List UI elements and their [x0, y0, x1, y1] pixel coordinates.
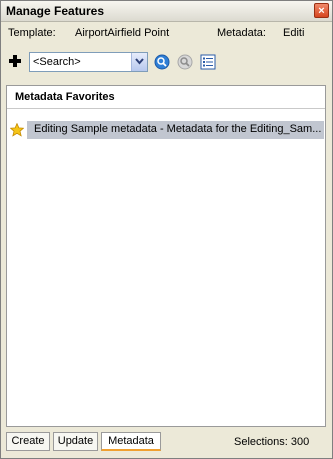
tab-metadata[interactable]: Metadata	[101, 432, 161, 451]
metadata-value: Editi	[283, 27, 305, 39]
combobox-dropdown-button[interactable]	[131, 53, 147, 71]
window-title: Manage Features	[6, 4, 105, 18]
search-icon[interactable]	[154, 54, 170, 70]
template-value: AirportAirfield Point	[75, 27, 170, 39]
tab-create[interactable]: Create	[6, 432, 50, 451]
close-button[interactable]: ×	[314, 3, 329, 18]
template-label: Template:	[8, 27, 56, 39]
plus-icon[interactable]	[8, 54, 22, 68]
manage-features-window: Manage Features × Template: AirportAirfi…	[0, 0, 333, 459]
template-row: Template: AirportAirfield Point Metadata…	[1, 25, 332, 43]
star-icon	[9, 122, 25, 137]
metadata-label: Metadata:	[217, 27, 266, 39]
favorite-item-label: Editing Sample metadata - Metadata for t…	[34, 123, 322, 135]
bottom-bar: Create Update Metadata Selections: 300	[1, 431, 332, 457]
title-bar[interactable]: Manage Features ×	[1, 1, 332, 22]
search-combobox[interactable]: <Search>	[29, 52, 148, 72]
tab-update[interactable]: Update	[53, 432, 98, 451]
favorites-header-label: Metadata Favorites	[15, 91, 115, 103]
clear-search-icon[interactable]	[177, 54, 193, 70]
chevron-down-icon	[135, 58, 144, 65]
favorites-header: Metadata Favorites	[7, 86, 325, 109]
details-list-icon[interactable]	[200, 54, 216, 70]
metadata-favorites-panel: Metadata Favorites Editing Sample metada…	[6, 85, 326, 427]
search-toolbar: <Search>	[1, 51, 332, 75]
close-icon: ×	[318, 5, 325, 17]
search-combobox-value: <Search>	[33, 56, 81, 68]
selections-count: Selections: 300	[234, 436, 310, 448]
favorite-item[interactable]: Editing Sample metadata - Metadata for t…	[27, 121, 324, 139]
